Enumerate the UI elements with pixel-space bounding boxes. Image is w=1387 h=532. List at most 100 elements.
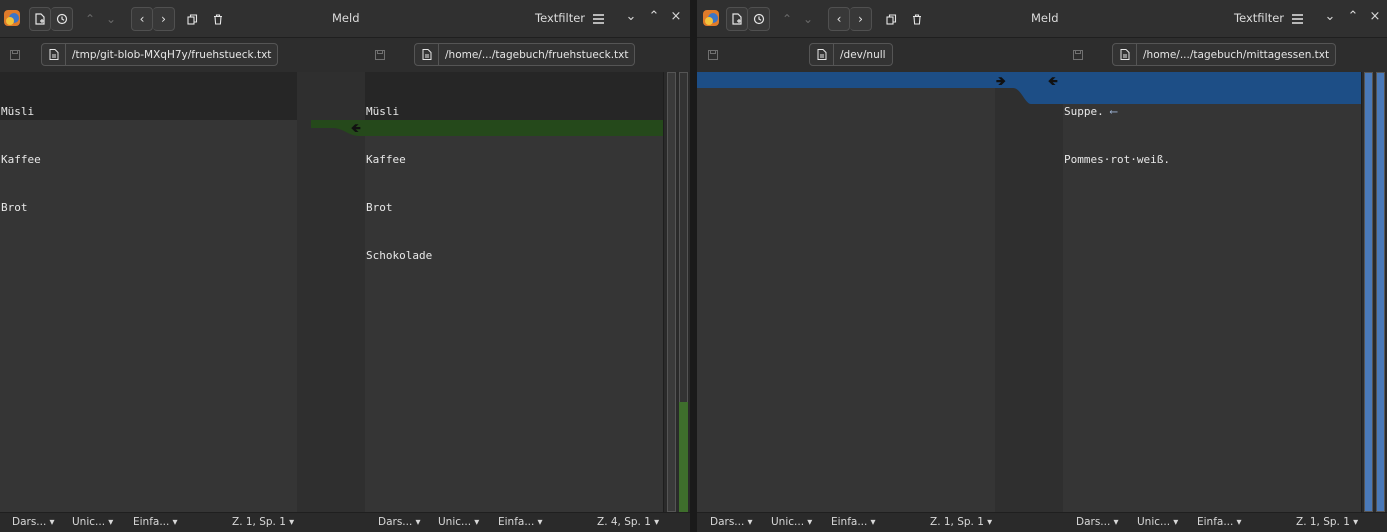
file-icon <box>415 44 439 65</box>
cursor-position[interactable]: Z. 4, Sp. 1 <box>597 516 659 528</box>
right-file-path[interactable]: /home/.../tagebuch/fruehstueck.txt <box>414 43 636 66</box>
save-left-button[interactable] <box>4 44 26 66</box>
code-line: Brot <box>366 201 393 214</box>
new-comparison-button[interactable] <box>29 7 51 31</box>
view-mode-dropdown[interactable]: Dars... <box>378 516 421 528</box>
next-change-button[interactable]: ⌄ <box>101 7 121 31</box>
left-file-path[interactable]: /dev/null <box>809 43 893 66</box>
close-button[interactable]: × <box>1367 9 1383 24</box>
file-icon <box>810 44 834 65</box>
delete-button[interactable] <box>908 7 926 31</box>
diff-linkmap: 🡸 <box>297 72 365 512</box>
minimize-button[interactable]: ⌄ <box>1322 9 1338 24</box>
copy-icon <box>186 13 197 25</box>
minimize-button[interactable]: ⌄ <box>623 9 639 24</box>
code-line: Pommes·rot·weiß. <box>1064 153 1170 166</box>
left-editor[interactable]: Müsli Kaffee Brot <box>0 72 297 512</box>
code-line: Kaffee <box>366 153 406 166</box>
previous-change-icon: ⌃ <box>84 12 96 26</box>
menu-button[interactable] <box>589 7 607 31</box>
save-left-button[interactable] <box>702 44 724 66</box>
save-right-button[interactable] <box>1067 44 1089 66</box>
minimize-icon: ⌄ <box>1324 9 1336 24</box>
save-icon <box>708 50 718 60</box>
header-bar: ⌃ ⌄ ‹ › Meld Textfilter ⌄ ⌃ × <box>0 0 690 38</box>
left-file-path-text: /dev/null <box>840 48 886 61</box>
next-conflict-button[interactable]: › <box>850 7 872 31</box>
close-icon: × <box>1369 9 1381 24</box>
diff-overview-scrollbar[interactable] <box>1361 72 1387 512</box>
previous-conflict-icon: ‹ <box>139 12 145 26</box>
menu-button[interactable] <box>1288 7 1306 31</box>
push-left-arrow-icon[interactable]: 🡸 <box>351 119 361 140</box>
cursor-position[interactable]: Z. 1, Sp. 1 <box>1296 516 1358 528</box>
meld-window-right: ⌃ ⌄ ‹ › Meld Textfilter ⌄ ⌃ × /dev/null … <box>697 0 1387 532</box>
next-change-icon: ⌄ <box>802 12 814 26</box>
new-comparison-button[interactable] <box>726 7 748 31</box>
view-mode-dropdown[interactable]: Dars... <box>1076 516 1119 528</box>
next-change-button[interactable]: ⌄ <box>798 7 818 31</box>
diff-overview-scrollbar[interactable] <box>663 72 690 512</box>
encoding-dropdown[interactable]: Unic... <box>771 516 812 528</box>
cursor-position[interactable]: Z. 1, Sp. 1 <box>930 516 992 528</box>
copy-button[interactable] <box>882 7 900 31</box>
maximize-button[interactable]: ⌃ <box>1345 9 1361 24</box>
meld-window-left: ⌃ ⌄ ‹ › Meld Textfilter ⌄ ⌃ × /tmp/git-b… <box>0 0 690 532</box>
view-mode-dropdown[interactable]: Dars... <box>710 516 753 528</box>
code-line: Müsli <box>366 105 400 118</box>
left-editor[interactable] <box>697 72 995 512</box>
previous-change-icon: ⌃ <box>781 12 793 26</box>
newline-marker: ⟵ <box>1103 105 1117 118</box>
copy-button[interactable] <box>183 7 201 31</box>
code-line: Suppe. ⟵ <box>1064 105 1117 118</box>
right-file-path[interactable]: /home/.../tagebuch/mittagessen.txt <box>1112 43 1337 66</box>
right-file-path-text: /home/.../tagebuch/mittagessen.txt <box>1143 48 1330 61</box>
history-button[interactable] <box>51 7 73 31</box>
encoding-dropdown[interactable]: Unic... <box>1137 516 1178 528</box>
header-bar: ⌃ ⌄ ‹ › Meld Textfilter ⌄ ⌃ × <box>697 0 1387 38</box>
window-separator <box>690 0 697 532</box>
code-line: Brot <box>1 201 28 214</box>
previous-conflict-button[interactable]: ‹ <box>828 7 850 31</box>
hamburger-menu-icon <box>1291 14 1303 24</box>
delete-icon <box>913 13 921 25</box>
file-icon <box>42 44 66 65</box>
right-editor[interactable]: Müsli Kaffee Brot Schokolade <box>365 72 663 512</box>
push-right-arrow-icon[interactable]: 🡺 <box>996 72 1006 93</box>
insert-mode-dropdown[interactable]: Einfa... <box>831 516 876 528</box>
left-file-path[interactable]: /tmp/git-blob-MXqH7y/fruehstueck.txt <box>41 43 279 66</box>
left-file-path-text: /tmp/git-blob-MXqH7y/fruehstueck.txt <box>72 48 272 61</box>
right-file-path-text: /home/.../tagebuch/fruehstueck.txt <box>445 48 629 61</box>
delete-icon <box>214 13 222 25</box>
view-mode-dropdown[interactable]: Dars... <box>12 516 55 528</box>
meld-app-icon <box>4 10 20 26</box>
previous-change-button[interactable]: ⌃ <box>80 7 100 31</box>
code-line: Schokolade <box>366 249 433 262</box>
save-right-button[interactable] <box>369 44 391 66</box>
insert-mode-dropdown[interactable]: Einfa... <box>133 516 178 528</box>
push-left-arrow-icon[interactable]: 🡸 <box>1048 72 1058 93</box>
history-icon <box>753 13 764 25</box>
window-title: Meld <box>1031 11 1059 25</box>
new-comparison-icon <box>35 13 45 25</box>
encoding-dropdown[interactable]: Unic... <box>438 516 479 528</box>
maximize-icon: ⌃ <box>1347 9 1359 24</box>
close-button[interactable]: × <box>668 9 684 24</box>
insert-mode-dropdown[interactable]: Einfa... <box>498 516 543 528</box>
right-editor[interactable]: Suppe. ⟵ Pommes·rot·weiß. <box>1063 72 1361 512</box>
maximize-button[interactable]: ⌃ <box>646 9 662 24</box>
insert-mode-dropdown[interactable]: Einfa... <box>1197 516 1242 528</box>
encoding-dropdown[interactable]: Unic... <box>72 516 113 528</box>
previous-conflict-button[interactable]: ‹ <box>131 7 153 31</box>
save-icon <box>1073 50 1083 60</box>
next-conflict-icon: › <box>161 12 166 26</box>
previous-change-button[interactable]: ⌃ <box>777 7 797 31</box>
window-title: Meld <box>332 11 360 25</box>
diff-linkmap: 🡺 🡸 <box>995 72 1063 512</box>
history-button[interactable] <box>748 7 770 31</box>
file-icon <box>1113 44 1137 65</box>
cursor-position[interactable]: Z. 1, Sp. 1 <box>232 516 294 528</box>
next-conflict-button[interactable]: › <box>153 7 175 31</box>
maximize-icon: ⌃ <box>648 9 660 24</box>
delete-button[interactable] <box>209 7 227 31</box>
